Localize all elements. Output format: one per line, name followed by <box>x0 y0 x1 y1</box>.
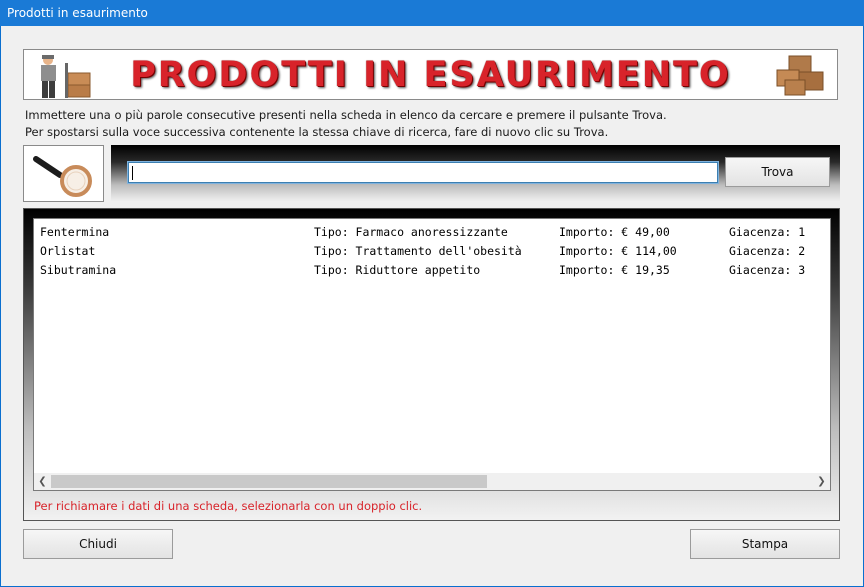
product-type: Tipo: Riduttore appetito <box>314 263 481 277</box>
product-price: Importo: € 19,35 <box>559 263 670 277</box>
magnifier-icon <box>33 156 92 197</box>
double-click-hint: Per richiamare i dati di una scheda, sel… <box>34 499 423 513</box>
search-input[interactable] <box>127 161 719 184</box>
results-listbox[interactable]: Fentermina Tipo: Farmaco anoressizzante … <box>33 218 831 491</box>
instruction-line-2: Per spostarsi sulla voce successiva cont… <box>25 125 609 139</box>
product-price: Importo: € 49,00 <box>559 225 670 239</box>
instruction-line-1: Immettere una o più parole consecutive p… <box>25 108 667 122</box>
results-panel: Fentermina Tipo: Farmaco anoressizzante … <box>23 208 840 521</box>
scroll-right-icon[interactable]: ❯ <box>813 473 830 490</box>
list-item[interactable]: Orlistat Tipo: Trattamento dell'obesità … <box>40 244 830 263</box>
product-stock: Giacenza: 1 <box>729 225 806 239</box>
banner: PRODOTTI IN ESAURIMENTO <box>23 49 838 100</box>
product-name: Fentermina <box>40 225 110 239</box>
scrollbar-thumb[interactable] <box>51 475 487 488</box>
product-type: Tipo: Trattamento dell'obesità <box>314 244 522 258</box>
product-name: Sibutramina <box>40 263 117 277</box>
window-title: Prodotti in esaurimento <box>7 6 148 20</box>
text-caret <box>132 166 133 180</box>
find-button[interactable]: Trova <box>725 157 830 187</box>
banner-title: PRODOTTI IN ESAURIMENTO <box>130 55 731 95</box>
window-titlebar: Prodotti in esaurimento <box>0 0 864 26</box>
product-stock: Giacenza: 2 <box>729 244 806 258</box>
search-icon-box <box>23 145 104 202</box>
product-stock: Giacenza: 3 <box>729 263 806 277</box>
product-type: Tipo: Farmaco anoressizzante <box>314 225 508 239</box>
horizontal-scrollbar[interactable]: ❮ ❯ <box>34 473 830 490</box>
boxes-icon <box>776 55 824 96</box>
scroll-left-icon[interactable]: ❮ <box>34 473 51 490</box>
list-item[interactable]: Fentermina Tipo: Farmaco anoressizzante … <box>40 225 830 244</box>
main-window: PRODOTTI IN ESAURIMENTO Immettere una o … <box>1 26 863 586</box>
product-name: Orlistat <box>40 244 96 258</box>
close-button[interactable]: Chiudi <box>23 529 173 559</box>
list-item[interactable]: Sibutramina Tipo: Riduttore appetito Imp… <box>40 263 830 282</box>
product-price: Importo: € 114,00 <box>559 244 677 258</box>
print-button[interactable]: Stampa <box>690 529 840 559</box>
search-panel: Trova <box>111 145 840 202</box>
